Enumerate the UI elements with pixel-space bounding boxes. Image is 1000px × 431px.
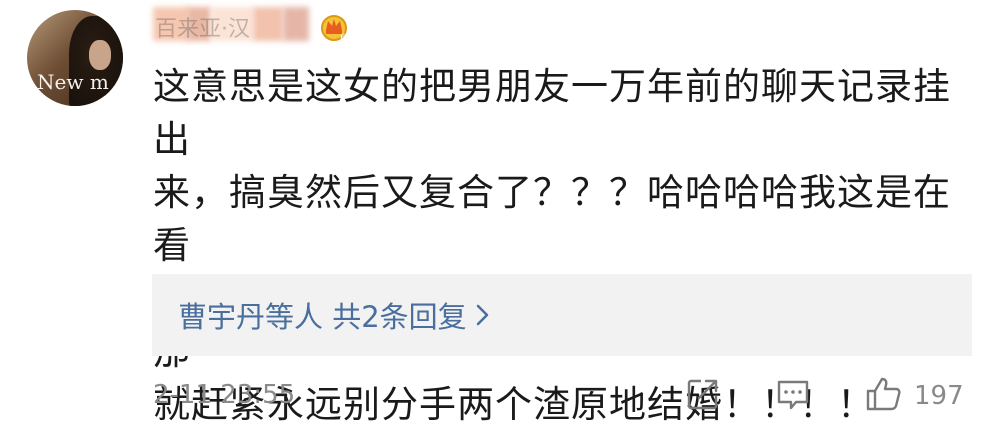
username-text: 百来亚·汉 <box>155 17 250 42</box>
share-icon <box>684 375 722 417</box>
avatar[interactable]: New m <box>27 10 123 106</box>
replies-panel: 曹宇丹等人 共2条回复 <box>152 274 972 356</box>
comment-button[interactable] <box>774 376 812 416</box>
view-replies-link[interactable]: 曹宇丹等人 共2条回复 <box>178 294 491 336</box>
comment-line: 这意思是这女的把男朋友一万年前的聊天记录挂出 <box>153 65 951 161</box>
avatar-text: New m <box>37 70 109 94</box>
svg-text:6: 6 <box>340 33 346 42</box>
replies-label: 曹宇丹等人 共2条回复 <box>178 300 467 334</box>
like-button[interactable]: 197 <box>864 376 964 416</box>
chevron-right-icon <box>475 302 491 328</box>
avatar-face <box>89 40 111 70</box>
username-blur <box>283 7 309 41</box>
comment-timestamp: 2-11 23:55 <box>153 380 296 410</box>
comment-icon <box>774 375 812 417</box>
crown-badge-icon: 6 <box>319 12 349 42</box>
thumbs-up-icon <box>864 374 904 418</box>
comment-line: 来，搞臭然后又复合了？？？哈哈哈哈我这是在看 <box>153 171 951 267</box>
username-blur <box>253 7 283 41</box>
username[interactable]: 百来亚·汉 <box>153 7 317 42</box>
share-button[interactable] <box>684 376 722 416</box>
like-count: 197 <box>914 381 964 411</box>
comment-body: 这意思是这女的把男朋友一万年前的聊天记录挂出 来，搞臭然后又复合了？？？哈哈哈哈… <box>153 60 973 431</box>
